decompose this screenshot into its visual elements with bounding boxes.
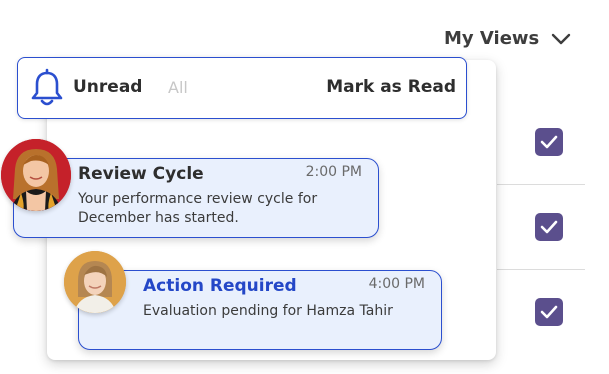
notification-card[interactable]: Action Required 4:00 PM Evaluation pendi…: [78, 270, 442, 350]
tab-unread[interactable]: Unread: [73, 77, 142, 97]
mark-as-read-button[interactable]: Mark as Read: [326, 77, 456, 97]
tab-all[interactable]: All: [168, 78, 188, 97]
row-checkbox[interactable]: [535, 213, 563, 241]
check-icon: [540, 135, 558, 149]
notification-body-line: Your performance review cycle for: [78, 191, 318, 207]
notification-body: Your performance review cycle for Decemb…: [78, 190, 317, 228]
notification-time: 4:00 PM: [368, 276, 425, 292]
check-icon: [540, 305, 558, 319]
my-views-label: My Views: [444, 28, 540, 49]
avatar: [64, 251, 126, 313]
bell-icon[interactable]: [29, 68, 65, 108]
row-checkbox[interactable]: [535, 128, 563, 156]
notification-title: Review Cycle: [78, 164, 204, 184]
notification-time: 2:00 PM: [305, 164, 362, 180]
notification-body-line: December has started.: [78, 210, 239, 226]
chevron-down-icon: [552, 33, 571, 44]
row-checkbox[interactable]: [535, 298, 563, 326]
row-divider: [497, 184, 585, 185]
notifications-header: Unread All Mark as Read: [17, 57, 467, 119]
avatar: [1, 139, 71, 211]
my-views-dropdown[interactable]: My Views: [444, 28, 571, 49]
notification-title: Action Required: [143, 276, 297, 296]
notification-body-line: Evaluation pending for Hamza Tahir: [143, 303, 393, 319]
notification-body: Evaluation pending for Hamza Tahir: [143, 302, 393, 321]
check-icon: [540, 220, 558, 234]
row-divider: [497, 269, 585, 270]
